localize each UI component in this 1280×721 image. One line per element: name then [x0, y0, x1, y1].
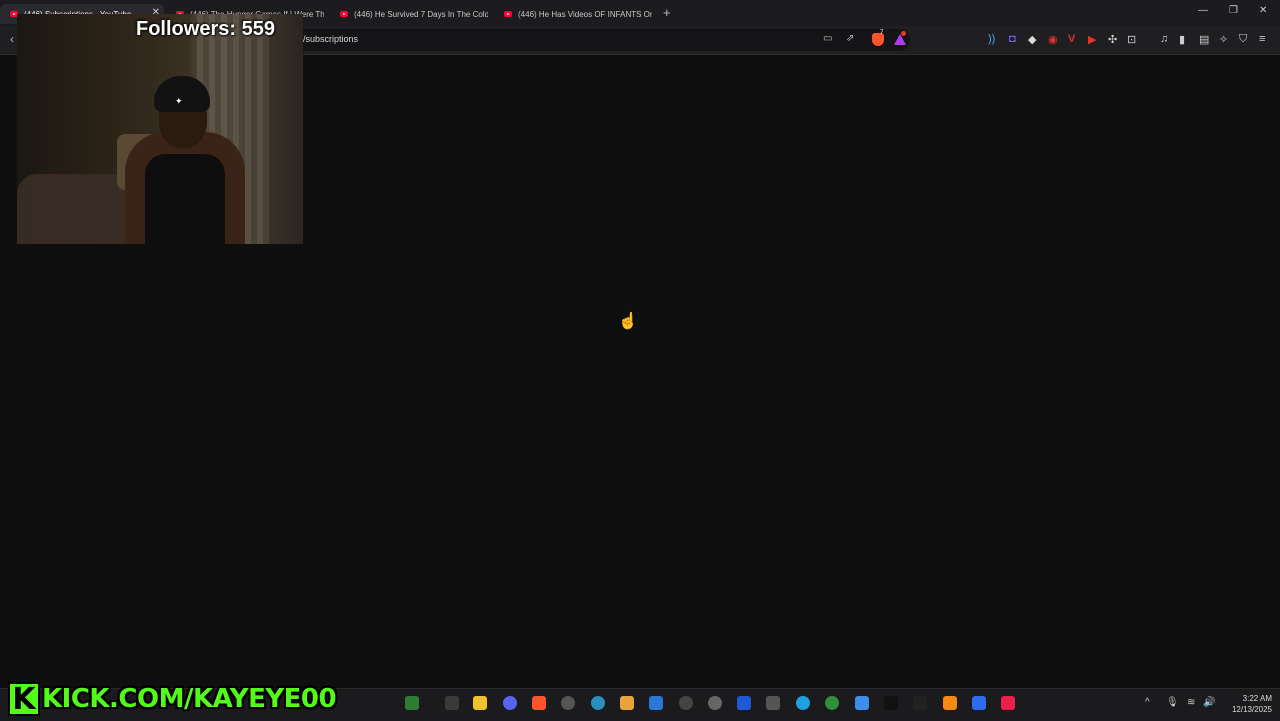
- xbox-icon[interactable]: [825, 696, 839, 710]
- tiktok-icon[interactable]: [884, 696, 898, 710]
- edge-icon[interactable]: [796, 696, 810, 710]
- tray-chevron-icon[interactable]: ^: [1145, 697, 1150, 708]
- notepad-icon[interactable]: [649, 696, 663, 710]
- media-controls-icon[interactable]: ♫: [1160, 33, 1168, 45]
- youtube-icon: [340, 11, 348, 17]
- webcam-streamer-shirt: [145, 154, 225, 244]
- tab-title: (446) He Has Videos OF INFANTS On: [518, 9, 652, 19]
- url-text: /subscriptions: [303, 34, 359, 44]
- vlc-icon[interactable]: [943, 696, 957, 710]
- extension-youtube-icon[interactable]: ▶: [1088, 33, 1096, 46]
- wifi-icon[interactable]: ≋: [1187, 697, 1195, 708]
- extension-diamond-icon[interactable]: ◆: [1028, 33, 1036, 46]
- menu-icon[interactable]: ≡: [1259, 33, 1265, 45]
- extension-v-icon[interactable]: V: [1068, 33, 1075, 45]
- address-bar[interactable]: /subscriptions ▭ ⇗ 7: [240, 29, 910, 51]
- paint-app-icon[interactable]: [620, 696, 634, 710]
- kick-channel-url: KICK.COM/KAYEYE00: [42, 684, 337, 714]
- calculator-icon[interactable]: [766, 696, 780, 710]
- leo-ai-icon[interactable]: ✧: [1219, 33, 1228, 46]
- taskbar-app-icon[interactable]: [405, 696, 419, 710]
- zoom-icon[interactable]: [972, 696, 986, 710]
- tiktok-live-icon[interactable]: [1001, 696, 1015, 710]
- vpn-icon[interactable]: ⛉: [1239, 33, 1247, 46]
- new-tab-button[interactable]: +: [663, 5, 671, 20]
- webcam-overlay: ✦: [17, 14, 303, 244]
- minimize-button[interactable]: —: [1198, 5, 1208, 16]
- extension-shield-icon[interactable]: ◘: [1009, 33, 1016, 45]
- discord-icon[interactable]: [503, 696, 517, 710]
- back-button[interactable]: ‹: [10, 32, 14, 46]
- hand-cursor-icon: ☝: [618, 313, 638, 330]
- brave-browser-icon[interactable]: [532, 696, 546, 710]
- restore-button[interactable]: ❐: [1229, 5, 1238, 16]
- close-window-button[interactable]: ✕: [1259, 5, 1267, 16]
- obs-icon[interactable]: [561, 696, 575, 710]
- file-explorer-icon[interactable]: [473, 696, 487, 710]
- volume-icon[interactable]: 🔊: [1203, 697, 1215, 708]
- tab-title: (446) He Survived 7 Days In The Cold: [354, 9, 488, 19]
- clock-date: 12/13/2025: [1231, 705, 1272, 714]
- settings-icon[interactable]: [708, 696, 722, 710]
- clock-time: 3:22 AM: [1242, 694, 1272, 703]
- word-app-icon[interactable]: [737, 696, 751, 710]
- kick-overlay: K KICK.COM/KAYEYE00: [8, 680, 337, 718]
- system-clock[interactable]: 3:22 AM 12/13/2025: [1222, 693, 1272, 715]
- share-icon[interactable]: ⇗: [846, 33, 854, 44]
- extension-wave-icon[interactable]: )): [988, 33, 995, 45]
- screenshot-icon[interactable]: ⊡: [1127, 33, 1136, 46]
- kick-logo-icon: K: [8, 682, 40, 717]
- globe-app-icon[interactable]: [591, 696, 605, 710]
- extensions-puzzle-icon[interactable]: ✣: [1108, 33, 1117, 46]
- brave-shields-count: 7: [880, 30, 884, 36]
- microphone-icon[interactable]: 🎙: [1166, 697, 1179, 708]
- wallet-icon[interactable]: ▤: [1199, 33, 1209, 46]
- capcut-icon[interactable]: [913, 696, 927, 710]
- notification-dot: [901, 31, 906, 36]
- beanie-logo-icon: ✦: [175, 96, 183, 106]
- sidebar-icon[interactable]: ▮: [1179, 33, 1185, 46]
- paint-3d-icon[interactable]: [855, 696, 869, 710]
- followers-counter: Followers: 559: [136, 18, 275, 40]
- extension-record-icon[interactable]: ◉: [1048, 33, 1058, 46]
- tab-survived-7-days[interactable]: (446) He Survived 7 Days In The Cold: [330, 4, 488, 24]
- tab-infants[interactable]: (446) He Has Videos OF INFANTS On: [494, 4, 652, 24]
- task-view-icon[interactable]: [445, 696, 459, 710]
- youtube-icon: [504, 11, 512, 17]
- cast-icon[interactable]: ▭: [823, 33, 832, 44]
- chatgpt-icon[interactable]: [679, 696, 693, 710]
